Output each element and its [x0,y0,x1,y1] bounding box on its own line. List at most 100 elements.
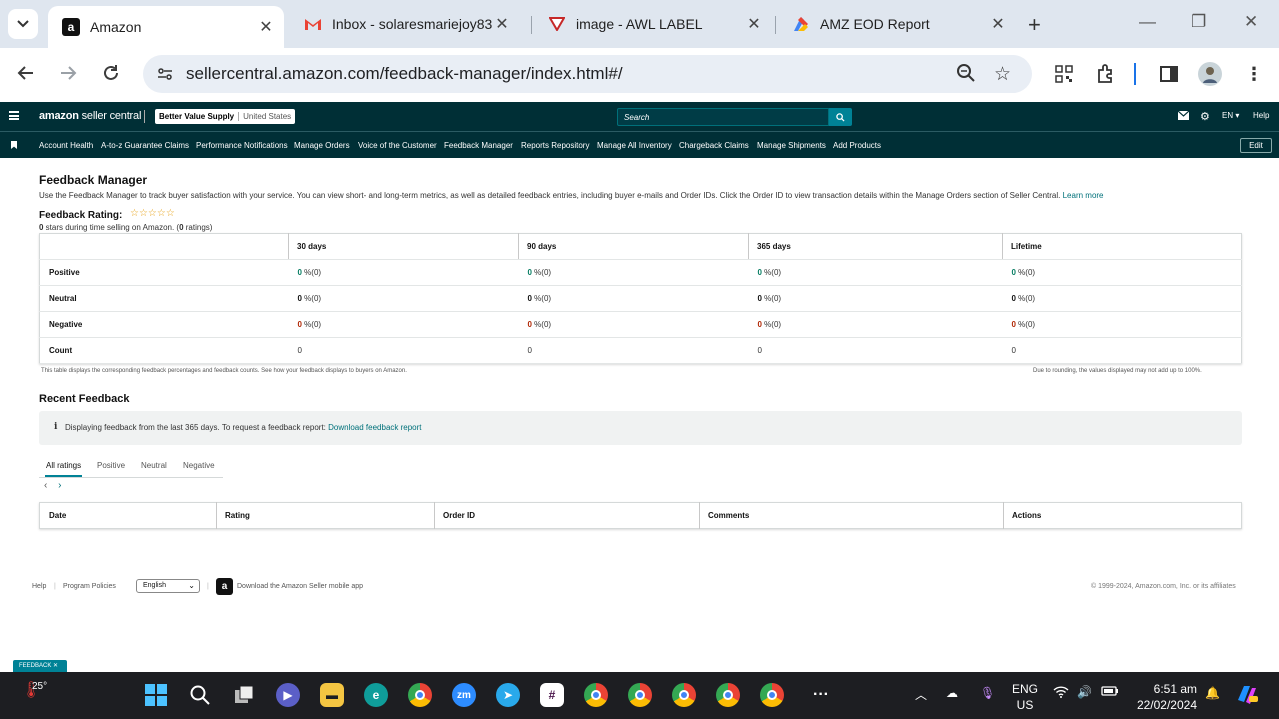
tab-positive[interactable]: Positive [97,461,125,470]
tab-neutral[interactable]: Neutral [141,461,167,470]
tab-amazon[interactable]: a Amazon ✕ [48,6,284,48]
chrome-profile-4-icon[interactable] [716,683,740,707]
menu-icon[interactable]: ⋮ [1242,62,1266,86]
forward-icon[interactable] [54,62,82,88]
windows-taskbar: 🌡 25° ▶ ▬ e zm ➤ # ··· ︿ ☁ 🎙 ENG US 🔊 6:5… [0,672,1279,719]
nav-item-reports-repository[interactable]: Reports Repository [521,141,589,150]
copilot-icon[interactable] [1236,684,1258,707]
show-hidden-icons-icon[interactable]: ︿ [915,686,927,703]
tab-search-button[interactable] [8,9,38,39]
reload-icon[interactable] [97,62,125,88]
cell-suffix: %(0) [531,320,552,329]
column-header-date[interactable]: Date [40,503,217,529]
edit-nav-button[interactable]: Edit [1240,138,1272,153]
chrome-profile-1-icon[interactable] [584,683,608,707]
chrome-profile-3-icon[interactable] [672,683,696,707]
minimize-icon[interactable]: — [1139,12,1156,32]
nav-item-account-health[interactable]: Account Health [39,141,93,150]
previous-page-button[interactable]: ‹ [44,480,47,491]
search-icon[interactable] [188,683,212,707]
bookmark-icon[interactable] [11,141,17,149]
download-feedback-report-link[interactable]: Download feedback report [328,423,421,432]
clock[interactable]: 6:51 am 22/02/2024 [1135,681,1197,713]
store-switcher[interactable]: Better Value Supply United States [155,109,296,124]
start-icon[interactable] [144,683,168,707]
slack-icon[interactable]: # [540,683,564,707]
chrome-profile-5-icon[interactable] [760,683,784,707]
tab-gmail[interactable]: Inbox - solaresmariejoy83 ✕ [290,6,528,42]
new-tab-button[interactable]: + [1028,12,1041,38]
tab-all-ratings[interactable]: All ratings [46,461,81,470]
seller-search-input[interactable]: Search [617,108,829,126]
close-tab-icon[interactable]: ✕ [744,14,764,34]
close-window-icon[interactable]: ✕ [1244,12,1258,32]
next-page-button[interactable]: › [58,480,61,491]
nav-item-add-products[interactable]: Add Products [833,141,881,150]
teams-icon[interactable]: ▶ [276,683,300,707]
tab-amz-eod-report[interactable]: AMZ EOD Report ✕ [778,6,1016,42]
tray-lang-line-1: ENG [1012,682,1039,696]
help-link[interactable]: Help [1253,111,1269,120]
store-name: Better Value Supply [159,112,235,121]
close-tab-icon[interactable]: ✕ [256,17,276,37]
seller-central-logo[interactable]: amazon seller central [39,110,141,122]
learn-more-link[interactable]: Learn more [1063,191,1104,200]
tab-awl-label[interactable]: image - AWL LABEL ✕ [534,6,772,42]
url-text[interactable]: sellercentral.amazon.com/feedback-manage… [186,64,623,84]
chrome-profile-2-icon[interactable] [628,683,652,707]
column-header-actions: Actions [1003,502,1242,529]
clock-date: 22/02/2024 [1136,698,1197,712]
zoom-icon[interactable] [956,63,976,89]
back-icon[interactable] [12,62,40,88]
column-header-rating[interactable]: Rating [216,502,435,529]
edge-icon[interactable]: e [364,683,388,707]
nav-item-manage-orders[interactable]: Manage Orders [294,141,350,150]
zoom-icon[interactable]: zm [452,683,476,707]
nav-item-voice-of-customer[interactable]: Voice of the Customer [358,141,437,150]
sidepanel-icon[interactable] [1157,62,1181,86]
nav-item-feedback-manager[interactable]: Feedback Manager [444,141,513,150]
nav-item-a-to-z-claims[interactable]: A-to-z Guarantee Claims [101,141,189,150]
footer-language-select[interactable]: English ⌄ [136,579,200,593]
recent-feedback-table: Date Rating Order ID Comments Actions [39,502,1242,529]
close-tab-icon[interactable]: ✕ [988,14,1008,34]
site-info-icon[interactable] [155,64,175,84]
profile-avatar[interactable] [1198,62,1222,86]
cell-suffix: %(0) [1015,268,1036,277]
footer-program-policies-link[interactable]: Program Policies [63,583,116,590]
column-header-order-id[interactable]: Order ID [434,502,700,529]
battery-icon[interactable] [1101,685,1119,700]
qr-icon[interactable] [1052,62,1076,86]
settings-gear-icon[interactable]: ⚙ [1200,110,1210,123]
telegram-icon[interactable]: ➤ [496,683,520,707]
search-button[interactable] [829,108,852,126]
input-language-indicator[interactable]: ENG US [1012,681,1038,713]
restore-icon[interactable]: ❐ [1191,12,1206,32]
bookmark-star-icon[interactable]: ☆ [994,63,1011,86]
footer-help-link[interactable]: Help [32,583,46,590]
address-bar[interactable]: sellercentral.amazon.com/feedback-manage… [143,55,1032,93]
extensions-icon[interactable] [1094,62,1118,86]
nav-item-performance-notifications[interactable]: Performance Notifications [196,141,288,150]
volume-icon[interactable]: 🔊 [1077,685,1092,699]
nav-item-manage-shipments[interactable]: Manage Shipments [757,141,826,150]
notification-bell-icon[interactable]: 🔔 [1205,686,1220,700]
onedrive-icon[interactable]: ☁ [946,686,958,700]
task-view-icon[interactable] [232,683,256,707]
more-icon[interactable]: ··· [809,683,833,707]
wifi-icon[interactable] [1053,686,1069,701]
chrome-icon[interactable] [408,683,432,707]
download-app-link[interactable]: Download the Amazon Seller mobile app [237,583,363,590]
nav-item-chargeback-claims[interactable]: Chargeback Claims [679,141,749,150]
microphone-icon[interactable]: 🎙 [980,686,995,700]
close-tab-icon[interactable]: ✕ [492,14,512,34]
language-selector[interactable]: EN ▾ [1222,111,1239,120]
file-explorer-icon[interactable]: ▬ [320,683,344,707]
hamburger-menu-icon[interactable] [9,111,19,120]
logo-bold: amazon [39,110,79,122]
tab-negative[interactable]: Negative [183,461,215,470]
feedback-widget-button[interactable]: FEEDBACK ✕ [13,660,67,672]
clock-time: 6:51 am [1153,682,1197,696]
mail-icon[interactable] [1177,110,1190,122]
nav-item-manage-all-inventory[interactable]: Manage All Inventory [597,141,672,150]
